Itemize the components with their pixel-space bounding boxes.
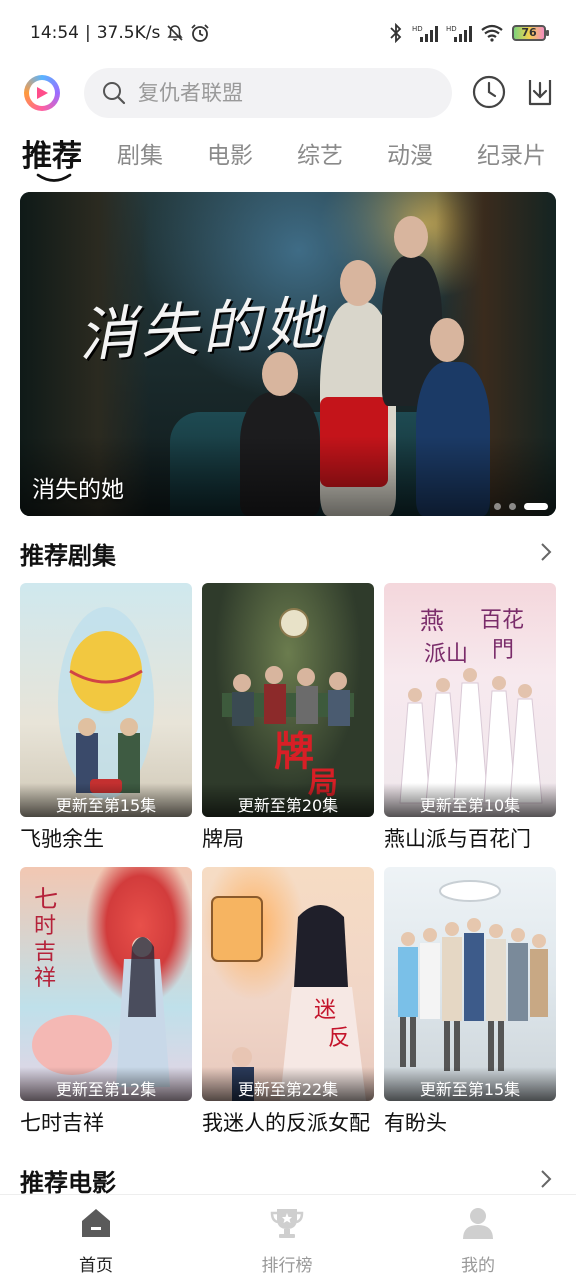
poster-art bbox=[58, 607, 154, 799]
card-title: 飞驰余生 bbox=[20, 827, 104, 851]
nav-label: 首页 bbox=[79, 1256, 113, 1276]
tab-variety[interactable]: 综艺 bbox=[297, 136, 343, 170]
banner-pagination bbox=[494, 503, 548, 510]
tab-active-indicator bbox=[36, 173, 72, 182]
nav-home[interactable]: 首页 bbox=[36, 1205, 156, 1276]
banner-dot-active[interactable] bbox=[524, 503, 548, 510]
alarm-icon bbox=[191, 24, 209, 42]
series-card[interactable]: 七 时 吉 祥 更新至第12集 七时吉祥 bbox=[20, 867, 192, 1137]
poster: 更新至第15集 bbox=[384, 867, 556, 1101]
banner-title-art: 消失的她 bbox=[76, 288, 328, 370]
banner-dot[interactable] bbox=[509, 503, 516, 510]
banner-figure-3-head bbox=[394, 216, 428, 258]
poster-art: 牌 局 bbox=[222, 608, 354, 801]
series-card[interactable]: 更新至第15集 有盼头 bbox=[384, 867, 556, 1137]
section-header-series[interactable]: 推荐剧集 bbox=[20, 536, 556, 576]
hero-banner[interactable]: 消失的她 消失的她 bbox=[20, 192, 556, 516]
home-icon bbox=[82, 1209, 110, 1237]
svg-text:吉: 吉 bbox=[34, 940, 56, 965]
banner-dot[interactable] bbox=[494, 503, 501, 510]
card-title: 有盼头 bbox=[384, 1111, 447, 1135]
signal-icon: HD bbox=[412, 25, 438, 42]
tab-series[interactable]: 剧集 bbox=[117, 136, 163, 170]
card-title: 我迷人的反派女配 bbox=[202, 1111, 370, 1135]
episode-badge: 更新至第15集 bbox=[20, 783, 192, 817]
bluetooth-icon bbox=[390, 23, 402, 43]
banner-figure-4-head bbox=[430, 318, 464, 362]
card-title: 七时吉祥 bbox=[20, 1111, 104, 1135]
status-separator: | bbox=[85, 23, 91, 43]
poster-art bbox=[398, 880, 548, 1071]
signal-icon-2: HD bbox=[446, 25, 472, 42]
series-card[interactable]: 更新至第15集 飞驰余生 bbox=[20, 583, 192, 853]
svg-text:七: 七 bbox=[34, 885, 58, 913]
tab-recommend[interactable]: 推荐 bbox=[22, 131, 82, 175]
play-icon bbox=[37, 87, 48, 99]
category-tabs: 推荐 剧集 电影 综艺 动漫 纪录片 bbox=[0, 128, 576, 186]
episode-badge: 更新至第15集 bbox=[384, 1067, 556, 1101]
status-network-speed: 37.5K/s bbox=[96, 23, 161, 43]
card-title: 燕山派与百花门 bbox=[384, 827, 531, 851]
status-time: 14:54 bbox=[30, 23, 79, 43]
poster: 牌 局 更新至第20集 bbox=[202, 583, 374, 817]
svg-text:HD: HD bbox=[446, 25, 457, 33]
battery-indicator: 76 bbox=[512, 25, 549, 41]
svg-text:迷: 迷 bbox=[314, 998, 336, 1023]
series-card[interactable]: 牌 局 更新至第20集 牌局 bbox=[202, 583, 374, 853]
section-title: 推荐电影 bbox=[20, 1169, 116, 1197]
battery-level: 76 bbox=[521, 26, 537, 39]
poster: 更新至第15集 bbox=[20, 583, 192, 817]
nav-label: 排行榜 bbox=[261, 1256, 313, 1276]
mute-bell-icon bbox=[167, 25, 183, 41]
history-icon[interactable] bbox=[471, 74, 507, 110]
poster: 燕 百花 派山 門 更新至第10集 bbox=[384, 583, 556, 817]
poster: 七 时 吉 祥 更新至第12集 bbox=[20, 867, 192, 1101]
banner-figure-2-head bbox=[340, 260, 376, 306]
svg-text:派山: 派山 bbox=[424, 642, 468, 667]
search-input[interactable] bbox=[138, 81, 428, 105]
wifi-icon bbox=[481, 24, 503, 42]
profile-icon bbox=[463, 1208, 493, 1239]
tab-documentary[interactable]: 纪录片 bbox=[477, 136, 546, 170]
nav-label: 我的 bbox=[461, 1256, 495, 1276]
download-icon[interactable] bbox=[522, 74, 558, 110]
trophy-icon bbox=[270, 1209, 304, 1238]
chevron-right-icon[interactable] bbox=[538, 1169, 554, 1189]
search-icon bbox=[103, 82, 126, 105]
banner-caption: 消失的她 bbox=[32, 477, 124, 503]
episode-badge: 更新至第12集 bbox=[20, 1067, 192, 1101]
tab-anime[interactable]: 动漫 bbox=[387, 136, 433, 170]
poster-art: 迷 反 bbox=[211, 896, 366, 1101]
app-logo[interactable] bbox=[24, 75, 60, 111]
search-bar[interactable] bbox=[84, 68, 452, 118]
svg-text:燕: 燕 bbox=[420, 607, 444, 635]
svg-text:反: 反 bbox=[328, 1026, 350, 1051]
nav-profile[interactable]: 我的 bbox=[418, 1205, 538, 1276]
svg-text:百花: 百花 bbox=[480, 608, 524, 633]
status-bar: 14:54 | 37.5K/s HD HD 76 bbox=[0, 0, 576, 66]
episode-badge: 更新至第22集 bbox=[202, 1067, 374, 1101]
nav-ranking[interactable]: 排行榜 bbox=[227, 1205, 347, 1276]
series-card[interactable]: 燕 百花 派山 門 更新至第10集 燕山派与百花门 bbox=[384, 583, 556, 853]
svg-text:HD: HD bbox=[412, 25, 423, 33]
episode-badge: 更新至第10集 bbox=[384, 783, 556, 817]
top-header bbox=[0, 66, 576, 122]
poster-art: 燕 百花 派山 門 bbox=[399, 607, 543, 804]
chevron-right-icon[interactable] bbox=[538, 542, 554, 562]
svg-text:門: 門 bbox=[492, 638, 514, 663]
bottom-navigation: 首页 排行榜 我的 bbox=[0, 1194, 576, 1280]
poster-art: 七 时 吉 祥 bbox=[32, 885, 170, 1087]
card-title: 牌局 bbox=[202, 827, 244, 851]
episode-badge: 更新至第20集 bbox=[202, 783, 374, 817]
section-title: 推荐剧集 bbox=[20, 542, 116, 570]
svg-text:祥: 祥 bbox=[34, 966, 56, 991]
series-card[interactable]: 迷 反 更新至第22集 我迷人的反派女配 bbox=[202, 867, 374, 1137]
svg-text:时: 时 bbox=[34, 914, 56, 939]
poster: 迷 反 更新至第22集 bbox=[202, 867, 374, 1101]
tab-movies[interactable]: 电影 bbox=[207, 136, 253, 170]
